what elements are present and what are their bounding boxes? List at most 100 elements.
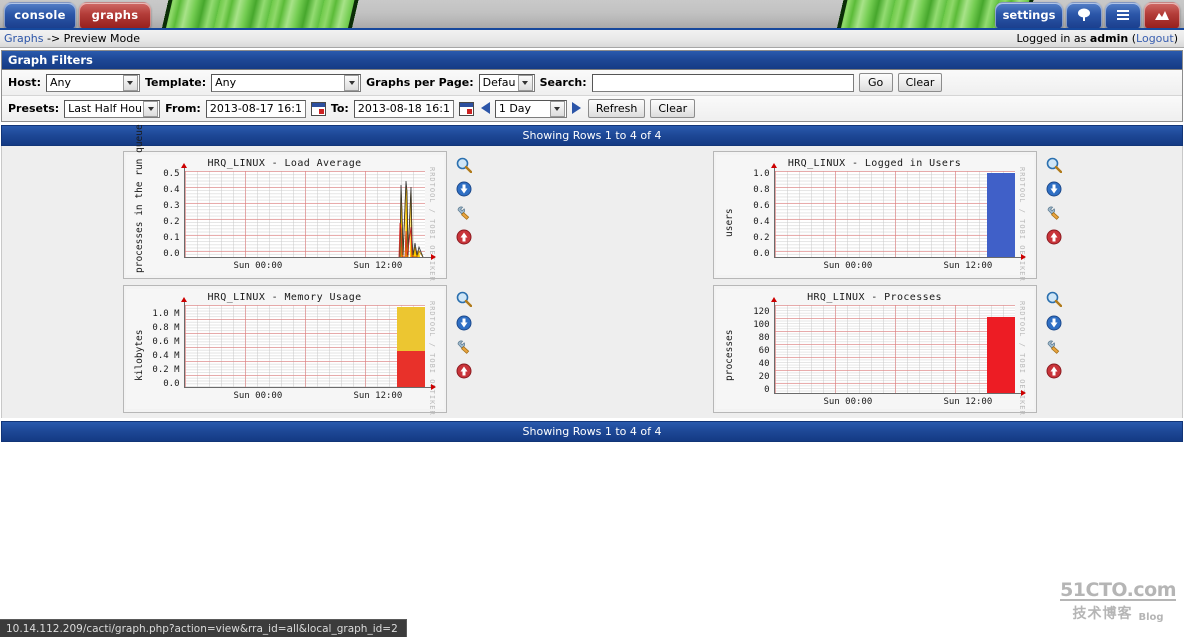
- refresh-button[interactable]: Refresh: [588, 99, 646, 118]
- graph-title: HRQ_LINUX - Processes: [716, 292, 1034, 303]
- time-span-value: 1 Day: [499, 100, 548, 117]
- graph-details-icon[interactable]: [456, 229, 472, 245]
- series-load: [185, 171, 425, 257]
- y-tick: 0.4 M: [126, 351, 180, 361]
- graph-filters-row-2: Presets: Last Half Hour From: To: 1 Day …: [2, 95, 1182, 121]
- x-axis: [184, 257, 432, 258]
- zoom-graph-icon[interactable]: [1046, 291, 1062, 307]
- csv-export-icon[interactable]: [1046, 181, 1062, 197]
- host-select[interactable]: Any: [46, 74, 140, 92]
- logout-link[interactable]: Logout: [1136, 32, 1174, 45]
- rrdtool-watermark: RRDTOOL / TOBI OETIKER: [1018, 301, 1026, 416]
- go-button[interactable]: Go: [859, 73, 893, 92]
- zoom-graph-icon[interactable]: [456, 291, 472, 307]
- x-axis-arrow: [431, 254, 436, 260]
- csv-export-icon[interactable]: [1046, 315, 1062, 331]
- chevron-down-icon: [123, 75, 138, 91]
- breadcrumb-separator: ->: [43, 32, 63, 45]
- graph-details-icon[interactable]: [456, 363, 472, 379]
- presets-select[interactable]: Last Half Hour: [64, 100, 160, 118]
- zoom-graph-icon[interactable]: [1046, 157, 1062, 173]
- edit-graph-icon[interactable]: [1046, 339, 1062, 355]
- list-view-button[interactable]: [1105, 2, 1141, 28]
- y-tick: 0.2: [126, 217, 180, 227]
- shift-left-icon[interactable]: [479, 102, 490, 115]
- graph-box-logged-in-users[interactable]: HRQ_LINUX - Logged in Users users RRDTOO…: [713, 151, 1037, 279]
- tab-console[interactable]: console: [4, 2, 76, 28]
- graph-cell-logged-in-users: HRQ_LINUX - Logged in Users users RRDTOO…: [592, 146, 1182, 284]
- list-icon: [1115, 8, 1131, 22]
- graph-box-processes[interactable]: HRQ_LINUX - Processes processes RRDTOOL …: [713, 285, 1037, 413]
- time-span-select[interactable]: 1 Day: [495, 100, 567, 118]
- edit-graph-icon[interactable]: [456, 205, 472, 221]
- clear-dates-button[interactable]: Clear: [650, 99, 695, 118]
- y-tick: 0.6 M: [126, 337, 180, 347]
- from-date-input[interactable]: [206, 100, 306, 118]
- y-axis: [184, 301, 185, 388]
- watermark-line-2-en: Blog: [1139, 612, 1164, 623]
- y-tick: 0: [716, 385, 770, 395]
- graph-filters-row-1: Host: Any Template: Any Graphs per Page:…: [2, 70, 1182, 95]
- graph-actions-logged-in-users: [1037, 151, 1062, 245]
- graph-box-load-average[interactable]: HRQ_LINUX - Load Average processes in th…: [123, 151, 447, 279]
- tab-graphs[interactable]: graphs: [79, 2, 151, 28]
- graph-details-icon[interactable]: [1046, 229, 1062, 245]
- watermark-line-2-cn: 技术博客: [1073, 603, 1133, 623]
- plot-area: [185, 305, 425, 387]
- edit-graph-icon[interactable]: [456, 339, 472, 355]
- y-axis-arrow: [181, 163, 187, 168]
- logged-in-user: admin: [1090, 32, 1128, 45]
- graph-actions-memory-usage: [447, 285, 472, 379]
- y-axis-arrow: [771, 163, 777, 168]
- rrd-graph-processes[interactable]: HRQ_LINUX - Processes processes RRDTOOL …: [716, 289, 1034, 409]
- y-axis: [774, 167, 775, 258]
- x-tick: Sun 00:00: [824, 261, 873, 271]
- zoom-graph-icon[interactable]: [456, 157, 472, 173]
- y-tick: 60: [716, 346, 770, 356]
- tree-icon: [1076, 8, 1092, 22]
- graph-details-icon[interactable]: [1046, 363, 1062, 379]
- preview-view-button[interactable]: [1144, 2, 1180, 28]
- y-axis-arrow: [771, 297, 777, 302]
- graph-title: HRQ_LINUX - Load Average: [126, 158, 444, 169]
- shift-right-icon[interactable]: [572, 102, 583, 115]
- y-tick: 1.0: [716, 169, 770, 179]
- y-tick: 40: [716, 359, 770, 369]
- graph-cell-load-average: HRQ_LINUX - Load Average processes in th…: [2, 146, 592, 284]
- chevron-down-icon: [518, 75, 533, 91]
- graph-box-memory-usage[interactable]: HRQ_LINUX - Memory Usage kilobytes RRDTO…: [123, 285, 447, 413]
- x-tick: Sun 12:00: [354, 391, 403, 401]
- graph-title: HRQ_LINUX - Memory Usage: [126, 292, 444, 303]
- graph-icon: [1154, 8, 1170, 22]
- breadcrumb-link-graphs[interactable]: Graphs: [4, 32, 43, 45]
- graph-grid: HRQ_LINUX - Load Average processes in th…: [1, 146, 1183, 418]
- host-label: Host:: [8, 76, 41, 89]
- settings-button[interactable]: settings: [995, 2, 1063, 28]
- to-date-input[interactable]: [354, 100, 454, 118]
- edit-graph-icon[interactable]: [1046, 205, 1062, 221]
- clear-button[interactable]: Clear: [898, 73, 943, 92]
- search-input[interactable]: [592, 74, 854, 92]
- y-tick: 0.5: [126, 169, 180, 179]
- graph-row-2: HRQ_LINUX - Memory Usage kilobytes RRDTO…: [2, 284, 1182, 418]
- graph-filters-panel: Graph Filters Host: Any Template: Any Gr…: [1, 50, 1183, 122]
- utility-buttons: settings: [995, 2, 1180, 28]
- rrd-graph-load-average[interactable]: HRQ_LINUX - Load Average processes in th…: [126, 155, 444, 275]
- y-tick: 0.0: [126, 249, 180, 259]
- rrd-graph-memory-usage[interactable]: HRQ_LINUX - Memory Usage kilobytes RRDTO…: [126, 289, 444, 409]
- csv-export-icon[interactable]: [456, 181, 472, 197]
- presets-label: Presets:: [8, 102, 59, 115]
- graphs-per-page-select[interactable]: Default: [479, 74, 535, 92]
- y-tick: 20: [716, 372, 770, 382]
- tree-view-button[interactable]: [1066, 2, 1102, 28]
- banner-graphic-left: [160, 0, 361, 30]
- y-tick: 0.2: [716, 233, 770, 243]
- graphs-per-page-value: Default: [483, 74, 516, 91]
- csv-export-icon[interactable]: [456, 315, 472, 331]
- x-tick: Sun 12:00: [944, 397, 993, 407]
- rrd-graph-logged-in-users[interactable]: HRQ_LINUX - Logged in Users users RRDTOO…: [716, 155, 1034, 275]
- calendar-icon[interactable]: [311, 102, 326, 116]
- calendar-icon[interactable]: [459, 102, 474, 116]
- y-tick: 0.1: [126, 233, 180, 243]
- template-select[interactable]: Any: [211, 74, 361, 92]
